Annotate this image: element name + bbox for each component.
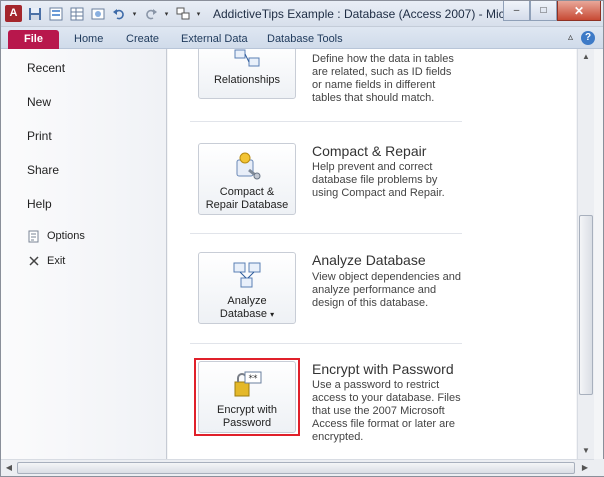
divider	[190, 233, 462, 234]
switch-windows-icon[interactable]	[174, 5, 191, 22]
access-app-icon[interactable]: A	[5, 5, 22, 22]
analyze-database-description: View object dependencies and analyze per…	[312, 271, 462, 309]
tab-database-tools[interactable]: Database Tools	[267, 30, 343, 49]
nav-help[interactable]: Help	[27, 197, 52, 211]
analyze-database-label-1: Analyze	[227, 295, 267, 307]
compact-repair-description: Help prevent and correct database file p…	[312, 161, 445, 199]
nav-exit[interactable]: Exit	[27, 254, 65, 268]
table-icon[interactable]	[68, 5, 85, 22]
analyze-database-label-2: Database	[219, 308, 267, 320]
exit-label: Exit	[47, 255, 66, 267]
vertical-scrollbar[interactable]: ▲ ▼	[577, 49, 594, 459]
analyze-database-label-2-wrap: Database ▾	[220, 308, 274, 321]
compact-repair-title: Compact & Repair	[312, 143, 427, 159]
save-icon[interactable]	[26, 5, 43, 22]
nav-print[interactable]: Print	[27, 129, 52, 143]
compact-repair-label-2: Repair Database	[205, 199, 289, 211]
nav-new[interactable]: New	[27, 95, 51, 109]
nav-share[interactable]: Share	[27, 163, 59, 177]
tab-file[interactable]: File	[8, 30, 59, 49]
help-icon[interactable]: ?	[581, 31, 595, 45]
redo-dropdown-icon[interactable]: ▾	[163, 5, 170, 22]
quick-access-toolbar: A ▾ ▾ ▾	[5, 5, 202, 22]
window-controls: – □ ✕	[503, 1, 601, 21]
customize-qat-icon[interactable]: ▾	[195, 5, 202, 22]
ribbon-tab-bar: File Home Create External Data Database …	[1, 27, 603, 49]
access-window: A ▾ ▾ ▾ AddictiveTips Example: Database…	[0, 0, 604, 477]
encrypt-highlight-box	[194, 358, 300, 436]
relationships-label: Relationships	[213, 74, 281, 86]
compact-repair-label-1: Compact &	[219, 186, 275, 198]
backstage-content: Relationships Define how the data in tab…	[168, 49, 576, 459]
backstage-nav: Recent New Print Share Help Options Exit	[1, 49, 167, 459]
scroll-up-icon[interactable]: ▲	[578, 49, 594, 65]
horizontal-scrollbar[interactable]: ◀ ▶	[1, 459, 594, 476]
relationships-button[interactable]: Relationships	[198, 49, 296, 99]
undo-icon[interactable]	[110, 5, 127, 22]
analyze-database-icon	[233, 262, 261, 288]
scroll-left-icon[interactable]: ◀	[1, 460, 17, 476]
tab-home[interactable]: Home	[74, 30, 103, 49]
vertical-scroll-thumb[interactable]	[579, 215, 593, 395]
relationships-icon	[234, 49, 260, 67]
options-icon	[27, 229, 41, 243]
options-label: Options	[47, 230, 85, 242]
compact-repair-icon	[236, 152, 261, 180]
form-icon[interactable]	[47, 5, 64, 22]
scroll-right-icon[interactable]: ▶	[577, 460, 593, 476]
window-title: AddictiveTips Example : Database (Access…	[213, 7, 519, 21]
scroll-corner	[594, 459, 604, 476]
query-icon[interactable]	[89, 5, 106, 22]
horizontal-scroll-thumb[interactable]	[17, 462, 575, 474]
encrypt-password-title: Encrypt with Password	[312, 361, 454, 377]
relationships-description: Define how the data in tables are relate…	[312, 53, 454, 104]
scroll-down-icon[interactable]: ▼	[578, 443, 594, 459]
undo-dropdown-icon[interactable]: ▾	[131, 5, 138, 22]
minimize-button[interactable]: –	[503, 1, 530, 21]
close-button[interactable]: ✕	[557, 1, 601, 21]
analyze-database-title: Analyze Database	[312, 252, 426, 268]
maximize-button[interactable]: □	[530, 1, 557, 21]
tab-create[interactable]: Create	[126, 30, 159, 49]
nav-options[interactable]: Options	[27, 229, 85, 243]
tab-external-data[interactable]: External Data	[181, 30, 248, 49]
nav-recent[interactable]: Recent	[27, 61, 65, 75]
minimize-ribbon-icon[interactable]: ▵	[568, 32, 573, 43]
compact-repair-button[interactable]: Compact & Repair Database	[198, 143, 296, 215]
chevron-down-icon: ▾	[270, 310, 275, 319]
encrypt-password-description: Use a password to restrict access to you…	[312, 379, 461, 443]
exit-icon	[27, 254, 41, 268]
divider	[190, 343, 462, 344]
divider	[190, 121, 462, 122]
analyze-database-button[interactable]: Analyze Database ▾	[198, 252, 296, 324]
redo-icon[interactable]	[142, 5, 159, 22]
title-bar: A ▾ ▾ ▾ AddictiveTips Example: Database…	[1, 1, 603, 27]
